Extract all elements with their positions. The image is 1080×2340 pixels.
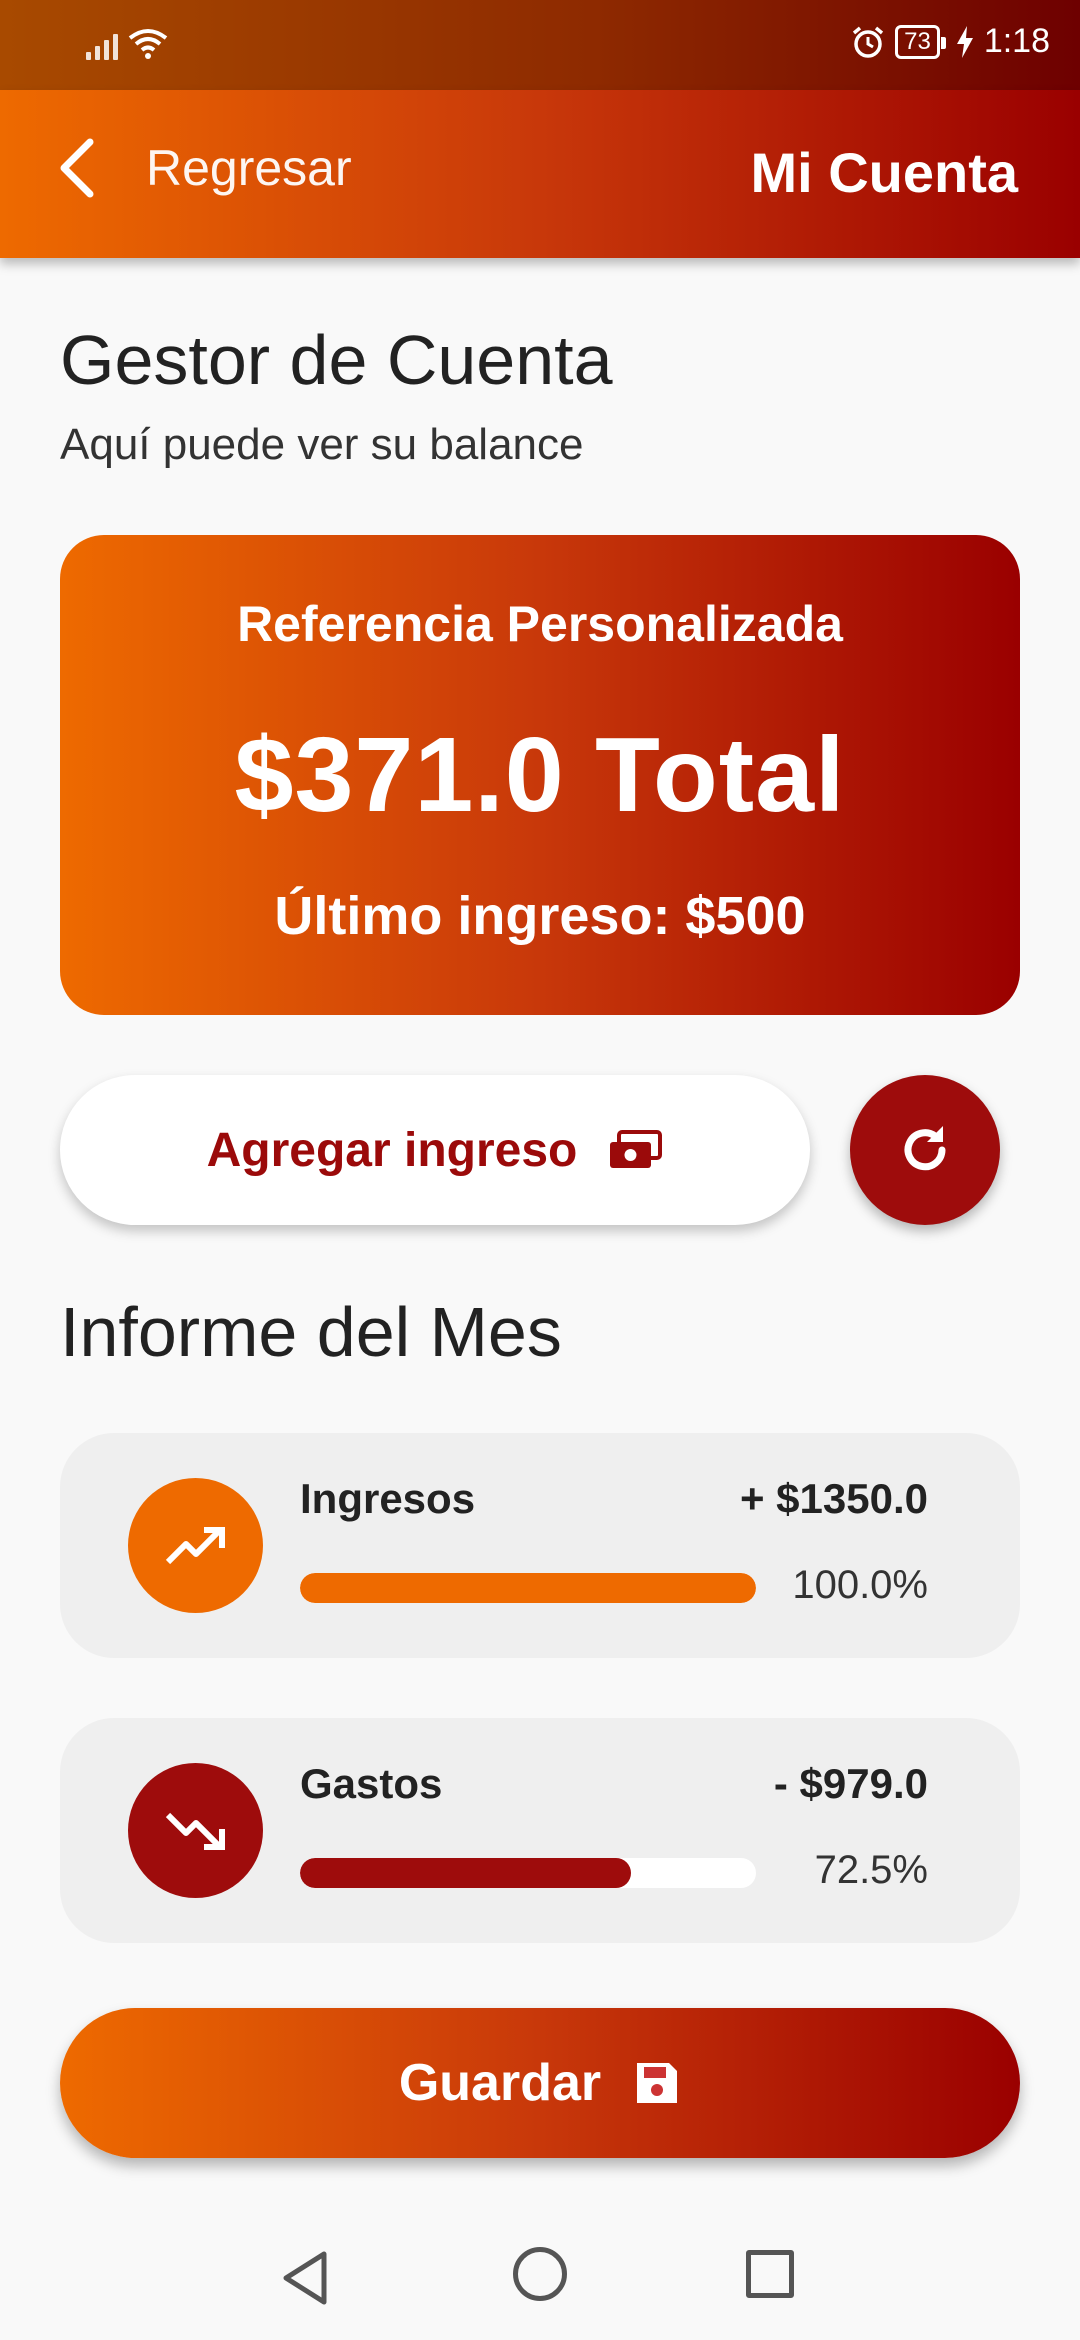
save-label: Guardar: [398, 2054, 602, 2112]
battery-level: 73: [904, 27, 931, 55]
nav-home-icon[interactable]: [513, 2247, 567, 2301]
app-bar-title: Mi Cuenta: [750, 141, 1018, 204]
trending-up-icon: [128, 1478, 263, 1613]
expense-percent: 72.5%: [814, 1848, 928, 1892]
app-bar: Regresar Mi Cuenta: [0, 90, 1080, 258]
trending-down-icon: [128, 1763, 263, 1898]
charging-icon: [956, 25, 973, 58]
status-bar: 73 1:18: [0, 0, 1080, 90]
expense-progress-fill: [300, 1858, 631, 1888]
expense-report-card: Gastos - $979.0 72.5%: [60, 1718, 1020, 1943]
expense-amount: - $979.0: [773, 1760, 928, 1807]
income-report-card: Ingresos + $1350.0 100.0%: [60, 1433, 1020, 1658]
status-left: [86, 26, 168, 60]
income-progress-bar: [300, 1573, 756, 1603]
page-subtitle: Aquí puede ver su balance: [60, 420, 584, 469]
refresh-button[interactable]: [850, 1075, 1000, 1225]
page-title: Gestor de Cuenta: [60, 321, 613, 399]
nav-recents-icon[interactable]: [746, 2250, 794, 2298]
save-button[interactable]: Guardar: [60, 2008, 1020, 2158]
report-title: Informe del Mes: [60, 1293, 562, 1371]
back-label: Regresar: [146, 140, 352, 196]
nav-back-icon[interactable]: [280, 2250, 330, 2306]
last-income: Último ingreso: $500: [274, 886, 806, 946]
expense-label: Gastos: [300, 1760, 443, 1807]
income-percent: 100.0%: [792, 1563, 928, 1607]
income-amount: + $1350.0: [739, 1475, 928, 1522]
balance-card: Referencia Personalizada $371.0 Total Úl…: [60, 535, 1020, 1015]
status-time: 1:18: [983, 22, 1050, 60]
wifi-icon: [128, 29, 168, 59]
expense-progress-bar: [300, 1858, 756, 1888]
balance-reference: Referencia Personalizada: [237, 596, 843, 652]
money-icon: [610, 1130, 663, 1168]
chevron-left-icon: [60, 138, 94, 198]
add-income-label: Agregar ingreso: [206, 1123, 578, 1177]
add-income-button[interactable]: Agregar ingreso: [60, 1075, 810, 1225]
alarm-icon: [852, 26, 884, 58]
signal-icon: [86, 28, 118, 60]
income-label: Ingresos: [300, 1475, 476, 1522]
balance-total: $371.0 Total: [234, 716, 846, 834]
refresh-icon: [904, 1126, 946, 1171]
system-nav-bar: [0, 2215, 1080, 2340]
status-right: 73 1:18: [851, 22, 1050, 61]
back-button[interactable]: Regresar: [56, 138, 352, 198]
battery-icon: 73: [895, 24, 946, 59]
income-progress-fill: [300, 1573, 756, 1603]
save-icon: [637, 2063, 678, 2103]
